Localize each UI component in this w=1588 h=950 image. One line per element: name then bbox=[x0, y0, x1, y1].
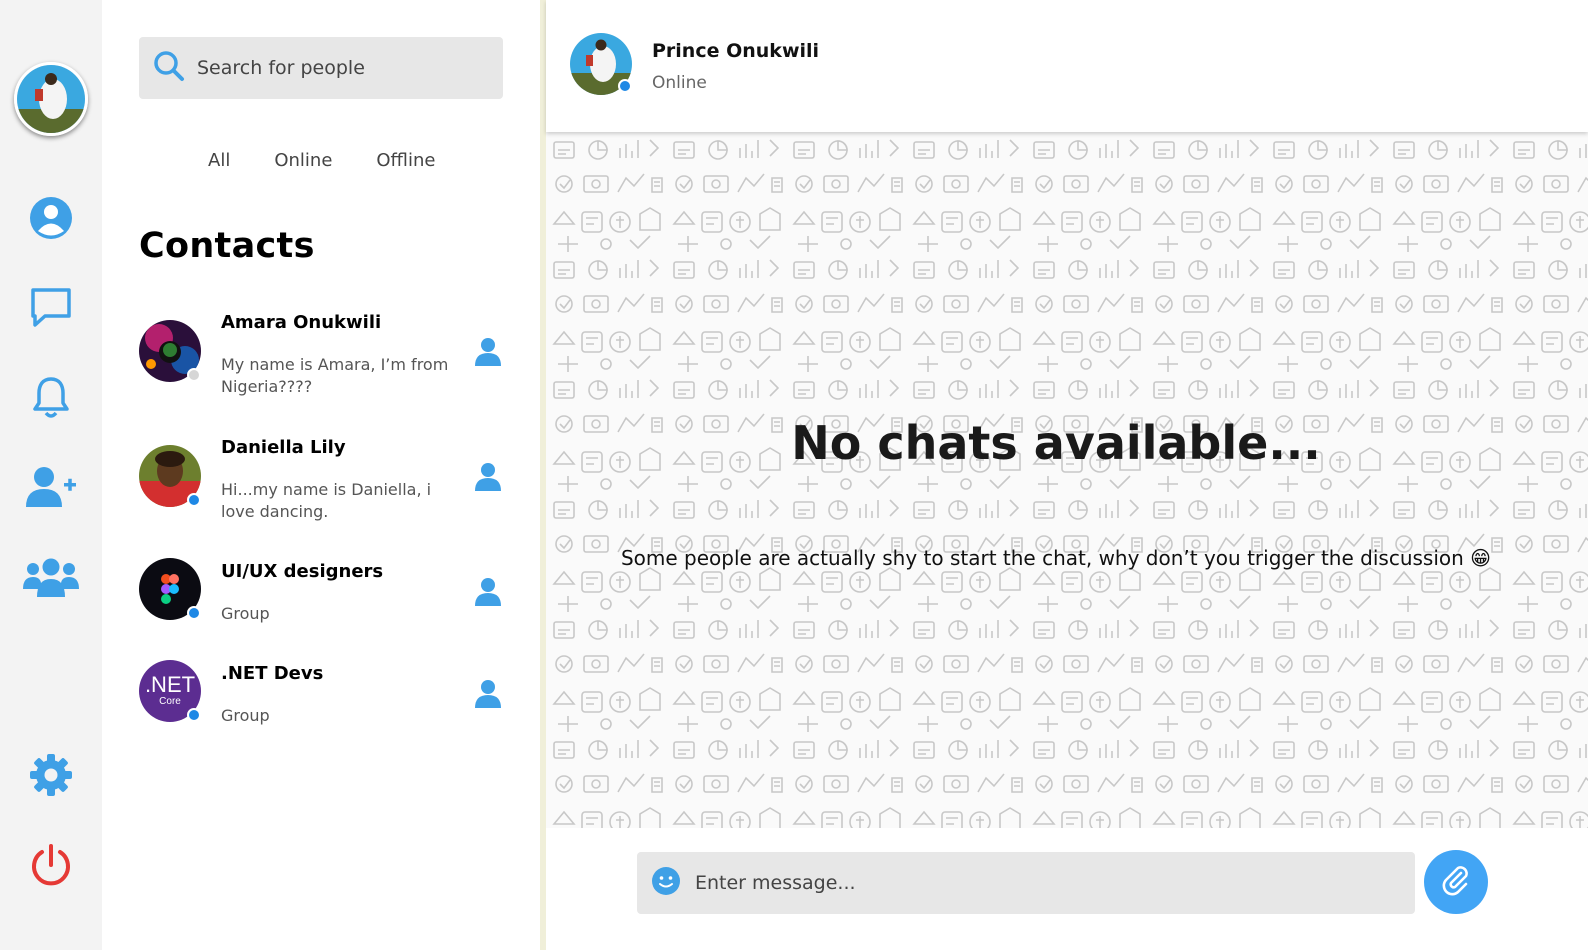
filter-online[interactable]: Online bbox=[274, 150, 332, 171]
message-input[interactable] bbox=[695, 872, 1375, 894]
contact-subtitle: Group bbox=[221, 604, 270, 623]
dotnet-logo-subtext: Core bbox=[159, 696, 181, 707]
contact-item[interactable]: Amara Onukwili My name is Amara, I’m fro… bbox=[139, 312, 509, 404]
group-icon[interactable] bbox=[22, 552, 80, 602]
contact-person-icon[interactable] bbox=[475, 679, 501, 709]
chat-background-pattern bbox=[546, 132, 1588, 828]
dotnet-logo-text: .NET bbox=[144, 672, 196, 697]
my-avatar[interactable] bbox=[14, 62, 88, 136]
power-icon[interactable] bbox=[22, 840, 80, 890]
status-dot-offline bbox=[187, 368, 201, 382]
attach-button[interactable] bbox=[1424, 850, 1488, 914]
search-icon bbox=[153, 50, 185, 86]
contact-subtitle: Group bbox=[221, 706, 270, 725]
contact-person-icon[interactable] bbox=[475, 337, 501, 367]
contact-item[interactable]: .NET Core .NET Devs Group bbox=[139, 660, 509, 755]
chat-header: Prince Onukwili Online bbox=[546, 0, 1588, 132]
contact-item[interactable]: UI/UX designers Group bbox=[139, 558, 509, 653]
search-input[interactable] bbox=[197, 57, 487, 79]
paperclip-icon bbox=[1440, 864, 1472, 900]
emoji-icon[interactable] bbox=[651, 866, 681, 900]
filter-all[interactable]: All bbox=[208, 150, 230, 171]
chat-messages-area: No chats available... Some people are ac… bbox=[546, 132, 1588, 828]
contact-name: Amara Onukwili bbox=[221, 312, 382, 333]
contact-person-icon[interactable] bbox=[475, 577, 501, 607]
status-dot-online bbox=[187, 708, 201, 722]
chat-partner-status: Online bbox=[652, 73, 707, 93]
user-plus-icon[interactable] bbox=[22, 462, 80, 512]
chat-partner-name: Prince Onukwili bbox=[652, 40, 820, 62]
empty-state-subtitle: Some people are actually shy to start th… bbox=[620, 546, 1492, 570]
status-dot-online bbox=[187, 493, 201, 507]
empty-state-title: No chats available... bbox=[791, 416, 1321, 470]
profile-icon[interactable] bbox=[22, 193, 80, 243]
contact-item[interactable]: Daniella Lily Hi...my name is Daniella, … bbox=[139, 437, 509, 529]
nav-rail bbox=[0, 0, 102, 950]
contact-name: UI/UX designers bbox=[221, 561, 384, 582]
contact-filters: All Online Offline bbox=[208, 150, 479, 171]
contacts-panel: All Online Offline Contacts Amara Onukwi… bbox=[102, 0, 540, 950]
contact-subtitle: Hi...my name is Daniella, i love dancing… bbox=[221, 480, 432, 521]
search-box[interactable] bbox=[139, 37, 503, 99]
status-dot-online bbox=[618, 79, 632, 93]
contact-subtitle: My name is Amara, I’m from Nigeria???? bbox=[221, 355, 449, 396]
chat-bubble-icon[interactable] bbox=[22, 282, 80, 332]
message-composer[interactable] bbox=[637, 852, 1415, 914]
contact-person-icon[interactable] bbox=[475, 462, 501, 492]
gear-icon[interactable] bbox=[22, 750, 80, 800]
filter-offline[interactable]: Offline bbox=[376, 150, 435, 171]
contact-name: Daniella Lily bbox=[221, 437, 346, 458]
bell-icon[interactable] bbox=[22, 372, 80, 422]
status-dot-online bbox=[187, 606, 201, 620]
contact-name: .NET Devs bbox=[221, 663, 324, 684]
contacts-heading: Contacts bbox=[139, 226, 315, 266]
chat-pane: Prince Onukwili Online No chats availabl… bbox=[546, 0, 1588, 950]
